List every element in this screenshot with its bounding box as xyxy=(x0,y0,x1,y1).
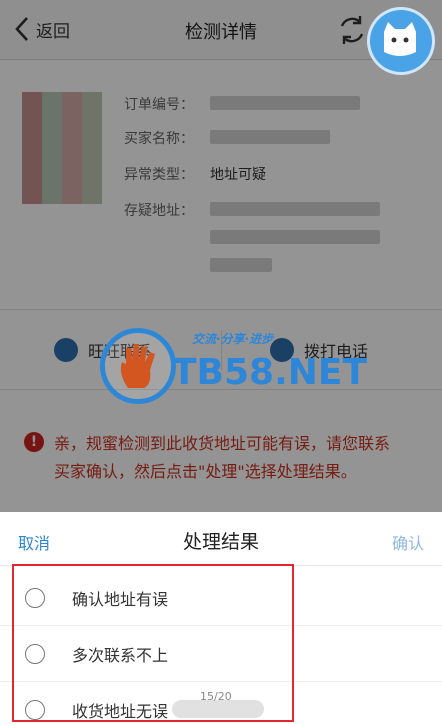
sheet-title: 处理结果 xyxy=(182,531,259,553)
floating-assistant-button[interactable] xyxy=(370,10,432,72)
option-label: 确认地址有误 xyxy=(72,590,169,609)
cat-mascot-icon xyxy=(384,22,416,56)
radio-button[interactable] xyxy=(25,700,45,720)
modal-backdrop[interactable] xyxy=(0,0,442,512)
sheet-header: 取消 处理结果 确认 xyxy=(0,512,442,566)
option-label: 多次联系不上 xyxy=(72,646,169,665)
confirm-button[interactable]: 确认 xyxy=(392,530,424,554)
radio-button[interactable] xyxy=(25,588,45,608)
option-unreachable[interactable]: 多次联系不上 xyxy=(0,626,442,682)
page-counter: 15/20 xyxy=(200,690,232,703)
radio-button[interactable] xyxy=(25,644,45,664)
option-label: 收货地址无误 xyxy=(72,702,169,721)
option-address-wrong[interactable]: 确认地址有误 xyxy=(0,570,442,626)
